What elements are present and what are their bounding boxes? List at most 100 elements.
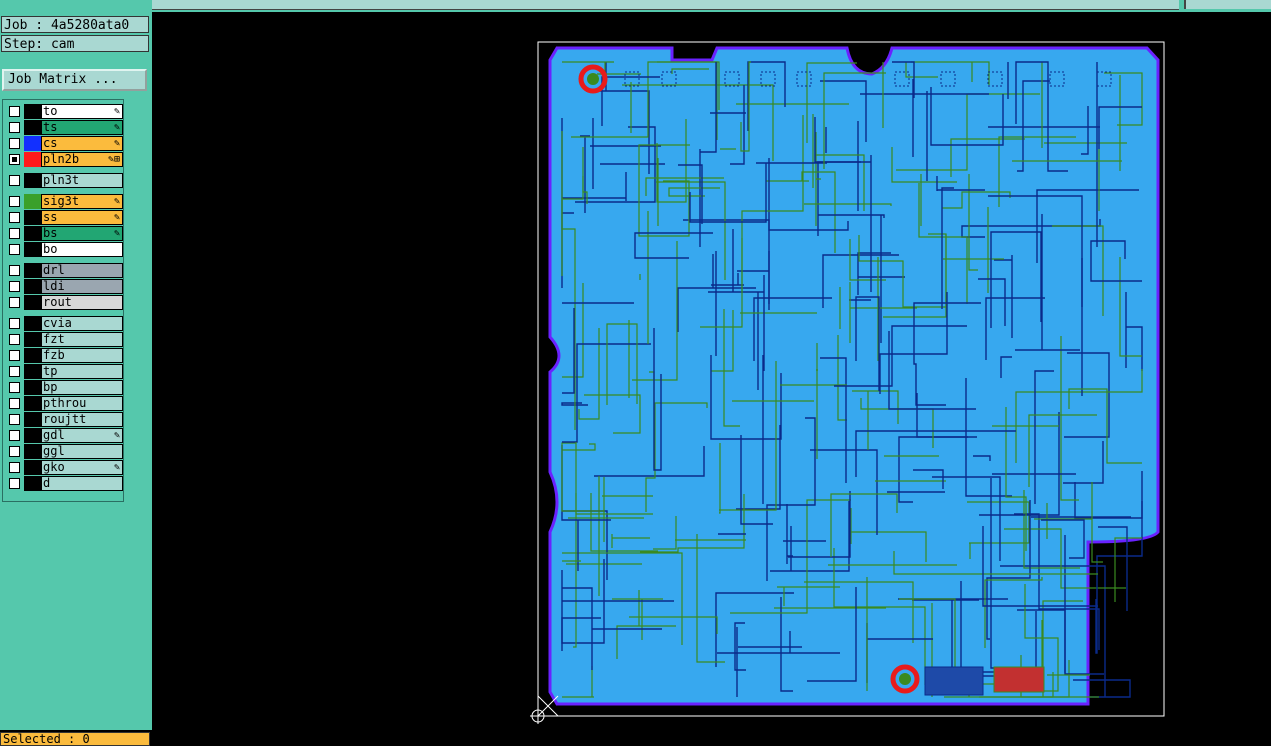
layer-row-pln2b[interactable]: pln2b ✎⊞	[7, 152, 123, 167]
layer-color-swatch[interactable]	[24, 476, 41, 491]
layer-checkbox[interactable]	[9, 462, 20, 473]
layer-row-sig3t[interactable]: sig3t ✎	[7, 194, 123, 209]
layer-checkbox[interactable]	[9, 196, 20, 207]
step-label: Step: cam	[1, 35, 149, 52]
layer-edit-icon: ✎	[113, 228, 120, 239]
layer-name[interactable]: cvia	[41, 316, 123, 331]
layer-name[interactable]: gko ✎	[41, 460, 123, 475]
layer-row-ss[interactable]: ss ✎	[7, 210, 123, 225]
layer-name[interactable]: pln3t	[41, 173, 123, 188]
layer-color-swatch[interactable]	[24, 120, 41, 135]
layer-name[interactable]: bp	[41, 380, 123, 395]
layer-name[interactable]: fzt	[41, 332, 123, 347]
job-matrix-button[interactable]: Job Matrix ...	[2, 69, 147, 91]
layer-row-ldi[interactable]: ldi	[7, 279, 123, 294]
layer-name[interactable]: gdl ✎	[41, 428, 123, 443]
layer-row-bs[interactable]: bs ✎	[7, 226, 123, 241]
layer-checkbox[interactable]	[9, 154, 20, 165]
layer-row-pln3t[interactable]: pln3t	[7, 173, 123, 188]
layer-row-roujtt[interactable]: roujtt	[7, 412, 123, 427]
layer-color-swatch[interactable]	[24, 104, 41, 119]
layer-color-swatch[interactable]	[24, 295, 41, 310]
layer-name[interactable]: bo	[41, 242, 123, 257]
layer-row-gko[interactable]: gko ✎	[7, 460, 123, 475]
layer-row-drl[interactable]: drl	[7, 263, 123, 278]
layer-row-rout[interactable]: rout	[7, 295, 123, 310]
pcb-canvas[interactable]	[152, 12, 1271, 730]
layer-row-tp[interactable]: tp	[7, 364, 123, 379]
layer-checkbox[interactable]	[9, 281, 20, 292]
layer-color-swatch[interactable]	[24, 380, 41, 395]
layer-color-swatch[interactable]	[24, 348, 41, 363]
layer-name[interactable]: sig3t ✎	[41, 194, 123, 209]
layer-row-ggl[interactable]: ggl	[7, 444, 123, 459]
layer-color-swatch[interactable]	[24, 412, 41, 427]
layer-checkbox[interactable]	[9, 212, 20, 223]
layer-color-swatch[interactable]	[24, 263, 41, 278]
layer-name[interactable]: rout	[41, 295, 123, 310]
layer-row-d[interactable]: d	[7, 476, 123, 491]
layer-checkbox[interactable]	[9, 175, 20, 186]
layer-row-to[interactable]: to ✎	[7, 104, 123, 119]
layer-color-swatch[interactable]	[24, 279, 41, 294]
layer-checkbox[interactable]	[9, 430, 20, 441]
layer-checkbox[interactable]	[9, 366, 20, 377]
layer-name[interactable]: tp	[41, 364, 123, 379]
layer-name[interactable]: ss ✎	[41, 210, 123, 225]
layer-checkbox[interactable]	[9, 398, 20, 409]
layer-row-pthrou[interactable]: pthrou	[7, 396, 123, 411]
layer-name[interactable]: cs ✎	[41, 136, 123, 151]
top-toolbar-field[interactable]	[152, 0, 1179, 10]
layer-name[interactable]: ts ✎	[41, 120, 123, 135]
layer-name[interactable]: to ✎	[41, 104, 123, 119]
layer-checkbox[interactable]	[9, 478, 20, 489]
layer-color-swatch[interactable]	[24, 332, 41, 347]
layer-name[interactable]: fzb	[41, 348, 123, 363]
layer-name[interactable]: bs ✎	[41, 226, 123, 241]
layer-color-swatch[interactable]	[24, 194, 41, 209]
layer-name[interactable]: pthrou	[41, 396, 123, 411]
layer-color-swatch[interactable]	[24, 136, 41, 151]
layer-row-bo[interactable]: bo	[7, 242, 123, 257]
layer-checkbox[interactable]	[9, 446, 20, 457]
layer-checkbox[interactable]	[9, 318, 20, 329]
layer-color-swatch[interactable]	[24, 226, 41, 241]
layer-name[interactable]: d	[41, 476, 123, 491]
layer-row-bp[interactable]: bp	[7, 380, 123, 395]
layer-name[interactable]: ggl	[41, 444, 123, 459]
layer-name[interactable]: ldi	[41, 279, 123, 294]
layer-checkbox[interactable]	[9, 350, 20, 361]
layer-checkbox[interactable]	[9, 244, 20, 255]
top-toolbar-field-right[interactable]	[1184, 0, 1271, 9]
layer-checkbox[interactable]	[9, 265, 20, 276]
layer-checkbox[interactable]	[9, 414, 20, 425]
layer-color-swatch[interactable]	[24, 316, 41, 331]
layer-color-swatch[interactable]	[24, 396, 41, 411]
graphics-view[interactable]	[152, 12, 1271, 730]
layer-checkbox[interactable]	[9, 106, 20, 117]
layer-color-swatch[interactable]	[24, 242, 41, 257]
layer-color-swatch[interactable]	[24, 210, 41, 225]
layer-color-swatch[interactable]	[24, 173, 41, 188]
layer-checkbox[interactable]	[9, 297, 20, 308]
layer-name[interactable]: pln2b ✎⊞	[41, 152, 123, 167]
layer-row-cs[interactable]: cs ✎	[7, 136, 123, 151]
layer-color-swatch[interactable]	[24, 460, 41, 475]
layer-checkbox[interactable]	[9, 334, 20, 345]
layer-checkbox[interactable]	[9, 138, 20, 149]
layer-row-cvia[interactable]: cvia	[7, 316, 123, 331]
layer-color-swatch[interactable]	[24, 364, 41, 379]
layer-color-swatch[interactable]	[24, 444, 41, 459]
layer-checkbox[interactable]	[9, 382, 20, 393]
layer-checkbox[interactable]	[9, 122, 20, 133]
layer-name[interactable]: drl	[41, 263, 123, 278]
layer-color-swatch[interactable]	[24, 152, 41, 167]
layer-name[interactable]: roujtt	[41, 412, 123, 427]
layer-row-gdl[interactable]: gdl ✎	[7, 428, 123, 443]
layer-row-ts[interactable]: ts ✎	[7, 120, 123, 135]
layer-checkbox[interactable]	[9, 228, 20, 239]
layer-color-swatch[interactable]	[24, 428, 41, 443]
layer-row-fzt[interactable]: fzt	[7, 332, 123, 347]
layer-list: to ✎ ts ✎ cs ✎ pln2b ✎⊞ pln3t sig3t ✎ ss ✎ bs ✎ bo drl ld…	[2, 99, 124, 502]
layer-row-fzb[interactable]: fzb	[7, 348, 123, 363]
